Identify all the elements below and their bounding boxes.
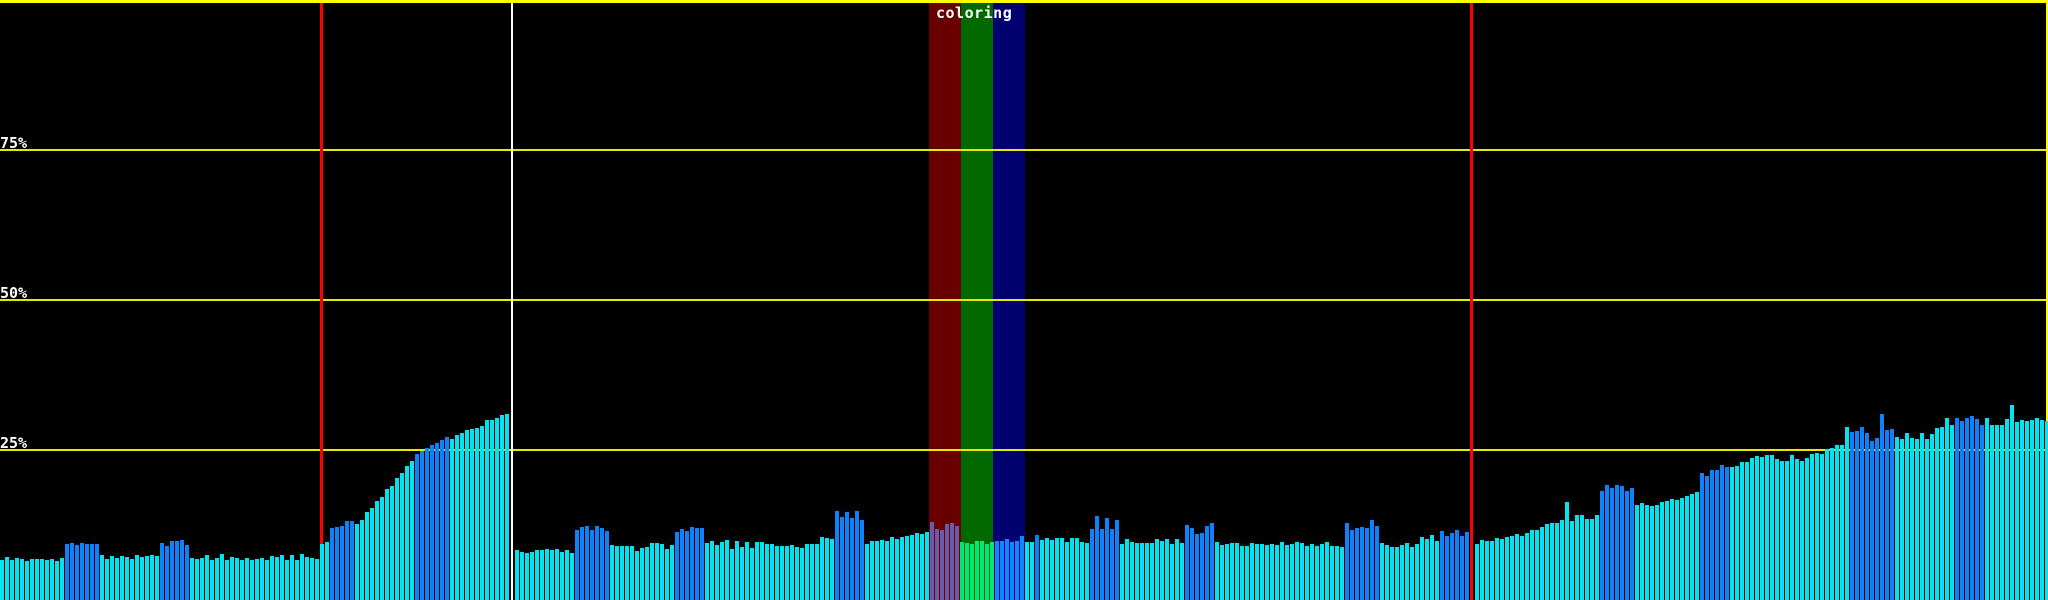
y-axis-label: 50% (0, 284, 28, 302)
chart-title: coloring (936, 4, 1013, 22)
y-axis-label: 75% (0, 134, 28, 152)
text-layer: coloring 75% 50% 25% (0, 0, 2048, 600)
profiler-usage-graph: coloring 75% 50% 25% (0, 0, 2048, 600)
y-axis-label: 25% (0, 434, 28, 452)
